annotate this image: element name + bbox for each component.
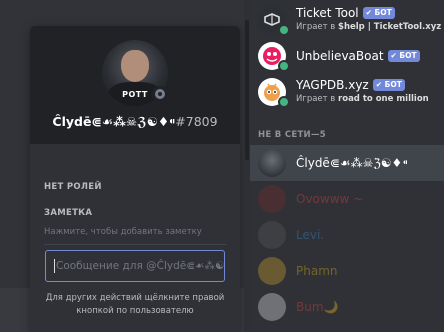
- member-name: Ticket Tool ✔ БОТ: [296, 6, 395, 20]
- user-profile-popout: POTT Ĉlydē⋐☙⁂☠ℨ☯♦⁌#7809 НЕТ РОЛЕЙ ЗАМЕТК…: [30, 26, 240, 332]
- member-name: Ĉlydē⋐☙⁂☠ℨ☯♦⁌: [296, 156, 409, 170]
- roles-title: НЕТ РОЛЕЙ: [44, 182, 102, 192]
- scrollbar-thumb[interactable]: [245, 20, 249, 160]
- member-list: Ticket Tool ✔ БОТ Играет в $help | Ticket…: [250, 0, 444, 332]
- online-status-icon: [280, 26, 288, 34]
- bot-badge: ✔ БОТ: [372, 79, 405, 91]
- member-name: Bum🌙: [296, 300, 339, 314]
- online-status-icon: [280, 62, 288, 70]
- member-avatar: [258, 221, 286, 249]
- avatar-head: [121, 50, 149, 82]
- direct-message-input[interactable]: Сообщение для @Ĉlydē⋐☙⁂☯: [45, 250, 225, 282]
- member-item[interactable]: UnbelievaBoat ✔ БОТ: [250, 38, 444, 74]
- member-avatar: [258, 257, 286, 285]
- note-title: ЗАМЕТКА: [44, 208, 93, 218]
- discriminator-text: #7809: [175, 114, 218, 129]
- member-item[interactable]: YAGPDB.xyz ✔ БОТ Играет в road to one mil…: [250, 74, 444, 110]
- member-name: UnbelievaBoat ✔ БОТ: [296, 49, 420, 63]
- member-name: YAGPDB.xyz ✔ БОТ: [296, 78, 405, 92]
- member-item[interactable]: Bum🌙: [250, 289, 444, 325]
- member-item[interactable]: Ticket Tool ✔ БОТ Играет в $help | Ticket…: [250, 2, 444, 38]
- member-item[interactable]: Ovowww ~: [250, 181, 444, 217]
- member-item-selected[interactable]: Ĉlydē⋐☙⁂☠ℨ☯♦⁌: [250, 145, 444, 181]
- message-placeholder: Сообщение для @Ĉlydē⋐☙⁂☯: [56, 260, 225, 272]
- bot-badge: ✔ БОТ: [362, 7, 395, 19]
- offline-status-icon: [152, 86, 168, 102]
- member-name: Levi.: [296, 228, 325, 242]
- member-avatar: [258, 293, 286, 321]
- note-divider: [44, 244, 226, 245]
- note-input[interactable]: Нажмите, чтобы добавить заметку: [44, 227, 202, 237]
- username-text: Ĉlydē⋐☙⁂☠ℨ☯♦⁌: [52, 114, 176, 129]
- member-name: Ovowww ~: [296, 192, 364, 206]
- profile-username[interactable]: Ĉlydē⋐☙⁂☠ℨ☯♦⁌#7809: [30, 114, 240, 129]
- member-activity: Играет в $help | TicketTool.xyz: [296, 22, 442, 32]
- member-item[interactable]: Levi.: [250, 217, 444, 253]
- bot-badge: ✔ БОТ: [387, 50, 420, 62]
- profile-header: POTT Ĉlydē⋐☙⁂☠ℨ☯♦⁌#7809: [30, 26, 240, 144]
- member-activity: Играет в road to one million: [296, 94, 429, 104]
- context-menu-hint: Для других действий щёлкните правой кноп…: [45, 293, 225, 316]
- member-avatar: [258, 149, 286, 177]
- text-caret: [54, 259, 55, 273]
- member-name: Phamn: [296, 264, 338, 278]
- offline-section-header: НЕ В СЕТИ—5: [258, 130, 326, 140]
- online-status-icon: [280, 98, 288, 106]
- member-item[interactable]: Phamn: [250, 253, 444, 289]
- member-avatar: [258, 185, 286, 213]
